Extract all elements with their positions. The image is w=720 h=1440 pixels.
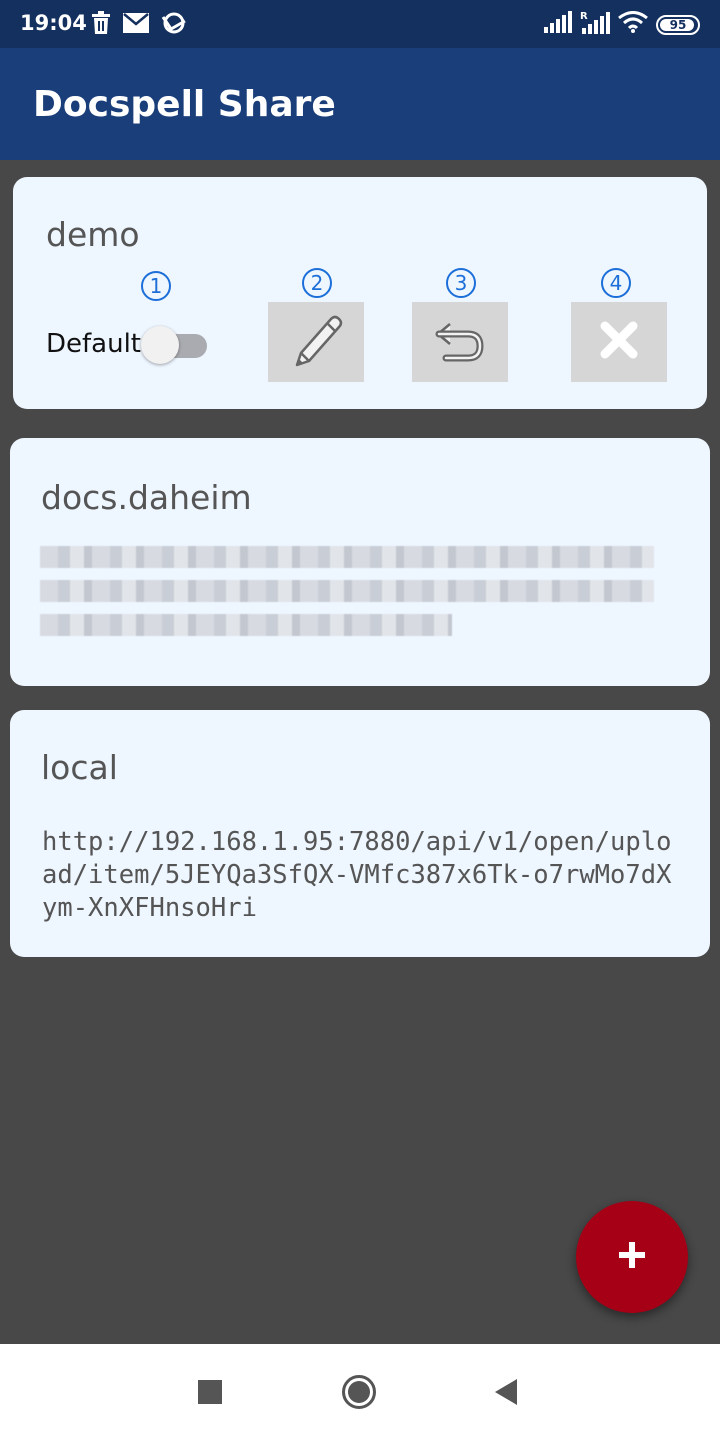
badge-1: 1 (141, 271, 171, 301)
home-icon[interactable] (341, 1374, 377, 1415)
status-time: 19:04 (20, 11, 87, 35)
server-card-demo[interactable]: demo 1 2 3 4 Default (13, 177, 707, 409)
sync-icon (161, 11, 187, 40)
badge-3: 3 (446, 268, 476, 298)
battery-icon: 95 (656, 14, 700, 35)
toggle-thumb (141, 326, 179, 364)
wifi-icon (618, 11, 648, 38)
undo-icon (434, 318, 486, 367)
app-title: Docspell Share (33, 84, 336, 125)
plus-icon (617, 1240, 647, 1275)
card-title: local (41, 748, 118, 787)
add-server-button[interactable] (576, 1201, 688, 1313)
status-bar: 19:04 R 95 (0, 0, 720, 48)
card-title: demo (46, 215, 140, 254)
navigation-bar (0, 1344, 720, 1440)
recents-icon[interactable] (198, 1380, 222, 1409)
delete-button[interactable] (571, 302, 667, 382)
badge-4: 4 (601, 268, 631, 298)
blurred-url (40, 546, 664, 658)
server-card-local[interactable]: local http://192.168.1.95:7880/api/v1/op… (10, 710, 710, 957)
back-icon[interactable] (494, 1378, 518, 1411)
edit-button[interactable] (268, 302, 364, 382)
badge-2: 2 (302, 268, 332, 298)
battery-percentage: 95 (669, 17, 687, 32)
default-label: Default (46, 329, 141, 359)
trash-icon (91, 11, 111, 40)
server-url: http://192.168.1.95:7880/api/v1/open/upl… (42, 827, 672, 923)
mail-icon (123, 13, 149, 38)
close-icon (599, 320, 639, 365)
pencil-icon (287, 309, 345, 376)
server-card-docs-daheim[interactable]: docs.daheim (10, 438, 710, 686)
roaming-signal-icon: R (580, 10, 610, 39)
reset-button[interactable] (412, 302, 508, 382)
app-bar: Docspell Share (0, 48, 720, 160)
card-title: docs.daheim (41, 478, 252, 517)
svg-text:R: R (580, 11, 588, 22)
signal-icon (544, 11, 572, 38)
default-toggle[interactable] (141, 325, 207, 365)
